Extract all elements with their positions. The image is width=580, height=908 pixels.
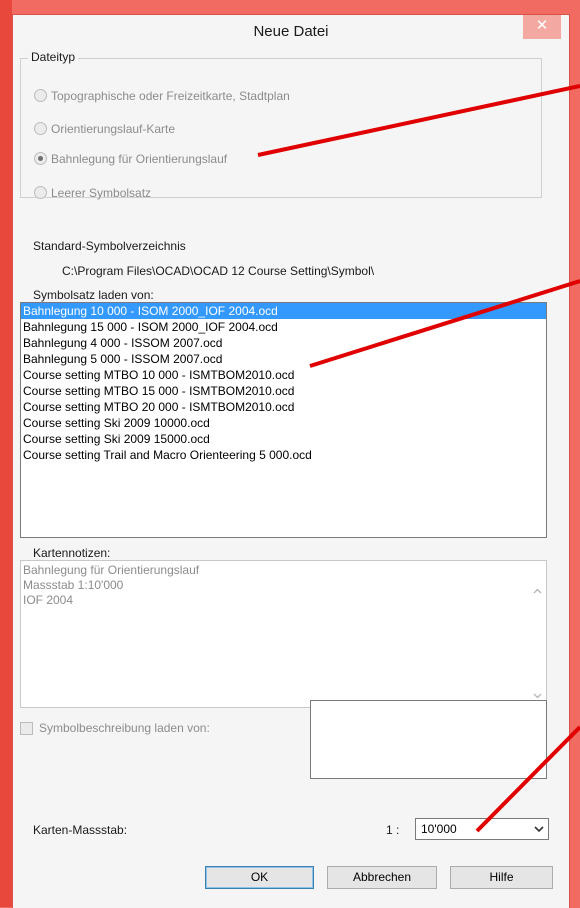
notes-line: IOF 2004 [23,593,74,607]
symbol-set-listbox[interactable]: Bahnlegung 10 000 - ISOM 2000_IOF 2004.o… [20,302,547,538]
scale-value: 10'000 [421,822,457,836]
list-item[interactable]: Bahnlegung 10 000 - ISOM 2000_IOF 2004.o… [21,303,546,319]
scroll-up-icon[interactable] [532,586,543,597]
list-item[interactable]: Course setting Ski 2009 15000.ocd [21,431,546,447]
notes-scrollbar[interactable] [529,561,546,707]
list-item[interactable]: Course setting MTBO 10 000 - ISMTBOM2010… [21,367,546,383]
symbol-set-label: Symbolsatz laden von: [33,288,154,302]
standard-dir-label: Standard-Symbolverzeichnis [33,239,186,253]
notes-label: Kartennotizen: [33,546,111,560]
list-item[interactable]: Course setting MTBO 20 000 - ISMTBOM2010… [21,399,546,415]
help-button[interactable]: Hilfe [450,866,553,889]
dialog-title: Neue Datei [253,23,329,40]
cancel-button[interactable]: Abbrechen [327,866,437,889]
ok-button[interactable]: OK [205,866,314,889]
title-bar: Neue Datei ✕ [13,15,569,49]
symbol-description-box[interactable] [310,700,547,779]
background-strip [0,0,12,907]
notes-line: Bahnlegung für Orientierungslauf [23,563,200,577]
radio-label: Orientierungslauf-Karte [51,122,176,136]
symbol-description-label: Symbolbeschreibung laden von: [39,721,210,735]
radio-button-icon[interactable] [34,122,47,135]
scale-label: Karten-Massstab: [33,823,128,837]
list-item[interactable]: Bahnlegung 15 000 - ISOM 2000_IOF 2004.o… [21,319,546,335]
list-item[interactable]: Course setting Ski 2009 10000.ocd [21,415,546,431]
list-item[interactable]: Course setting Trail and Macro Orienteer… [21,447,546,463]
notes-line: Massstab 1:10'000 [23,578,124,592]
list-item[interactable]: Course setting MTBO 15 000 - ISMTBOM2010… [21,383,546,399]
radio-button-checked-icon[interactable] [34,152,47,165]
scale-prefix: 1 : [386,823,400,837]
close-button[interactable]: ✕ [523,15,561,39]
radio-label: Bahnlegung für Orientierungslauf [51,152,228,166]
notes-textarea[interactable]: Bahnlegung für Orientierungslauf Masssta… [20,560,547,708]
radio-label: Leerer Symbolsatz [51,186,152,200]
chevron-down-icon[interactable] [534,825,544,833]
symbol-description-checkbox[interactable] [20,722,33,735]
list-item[interactable]: Bahnlegung 5 000 - ISSOM 2007.ocd [21,351,546,367]
list-item[interactable]: Bahnlegung 4 000 - ISSOM 2007.ocd [21,335,546,351]
file-type-legend: Dateityp [28,50,79,64]
radio-button-icon[interactable] [34,186,47,199]
radio-label: Topographische oder Freizeitkarte, Stadt… [51,89,290,103]
radio-button-icon[interactable] [34,89,47,102]
scale-select[interactable]: 10'000 [415,818,549,840]
standard-dir-path: C:\Program Files\OCAD\OCAD 12 Course Set… [62,264,375,278]
